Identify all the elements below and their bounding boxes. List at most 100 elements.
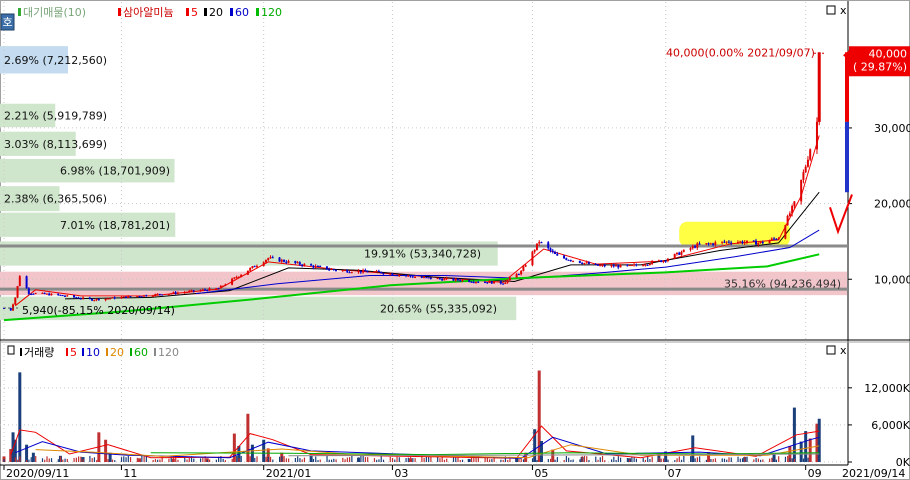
price-candle: [373, 271, 376, 273]
price-candle: [88, 297, 91, 299]
volume-bar: [739, 458, 741, 462]
price-candle: [111, 297, 114, 299]
price-candle: [41, 292, 44, 294]
volume-bar: [48, 458, 50, 462]
date-axis-label: 05: [534, 467, 548, 480]
volume-bar: [378, 459, 380, 462]
volume-bar: [556, 457, 558, 462]
price-candle: [161, 294, 164, 296]
price-candle: [328, 269, 331, 271]
volume-bar: [696, 457, 698, 462]
chart-settings-button[interactable]: 호: [0, 13, 15, 31]
volume-bar: [644, 459, 647, 462]
volume-bar: [597, 459, 599, 462]
legend-label: 10: [86, 346, 100, 359]
price-candle: [27, 288, 30, 294]
volume-bar: [44, 459, 46, 462]
volume-panel-close-button[interactable]: x: [840, 344, 847, 357]
price-candle: [97, 298, 100, 301]
legend-label: 120: [158, 346, 179, 359]
volume-bar: [93, 457, 96, 462]
volume-bar: [409, 457, 412, 462]
volume-bar: [552, 457, 554, 462]
price-candle: [520, 270, 523, 275]
volume-bar: [728, 457, 730, 462]
price-candle: [583, 262, 586, 264]
price-candle: [303, 264, 306, 266]
price-panel-maximize-button[interactable]: [826, 5, 836, 15]
volume-bar: [665, 458, 667, 462]
price-candle: [678, 252, 681, 255]
price-candle: [348, 272, 351, 274]
price-candle: [786, 215, 789, 226]
price-candle: [777, 238, 780, 240]
volume-bar: [443, 459, 446, 462]
volume-bar: [620, 457, 622, 462]
price-panel-close-button[interactable]: x: [840, 4, 847, 17]
volume-bar: [96, 460, 98, 462]
price-candle: [504, 282, 507, 284]
price-candle: [366, 271, 369, 273]
volume-bar: [177, 459, 179, 462]
price-candle: [793, 201, 796, 206]
volume-bar: [588, 460, 590, 462]
volume-bar: [188, 457, 190, 462]
volume-bar: [30, 457, 32, 462]
price-candle: [486, 282, 489, 284]
volume-bar: [373, 458, 376, 462]
price-candle: [628, 265, 631, 267]
volume-bar: [817, 418, 821, 462]
price-candle: [217, 288, 220, 290]
price-candle: [660, 260, 663, 262]
volume-bar: [10, 458, 12, 462]
stock-chart: 10,00020,00030,0000K6,000K12,000K2020/09…: [0, 0, 910, 480]
volume-bar: [507, 460, 509, 462]
volume-bar: [678, 456, 680, 462]
volume-bar: [326, 455, 328, 462]
volume-bar: [446, 458, 448, 462]
price-candle: [120, 297, 123, 299]
price-candle: [267, 258, 270, 260]
price-candle: [404, 275, 407, 277]
volume-bar: [439, 458, 441, 462]
volume-bar: [41, 458, 44, 462]
volume-bar: [267, 456, 269, 462]
volume-bar: [746, 456, 748, 462]
price-candle: [319, 266, 322, 268]
volume-bar: [428, 456, 430, 462]
price-candle: [409, 275, 412, 277]
price-candle: [420, 276, 423, 278]
volume-bar: [710, 459, 712, 462]
volume-bar: [791, 458, 793, 462]
legend-swatch: [66, 348, 68, 356]
price-candle: [136, 296, 139, 298]
volume-panel-maximize-button[interactable]: [826, 345, 836, 355]
volume-bar: [760, 459, 762, 462]
price-candle: [154, 294, 157, 296]
volume-profile-label: 2.69% (7,212,560): [4, 54, 107, 67]
price-candle: [556, 254, 559, 256]
volume-bar: [491, 459, 493, 462]
volume-bar: [522, 459, 525, 462]
price-candle: [190, 290, 193, 292]
price-candle: [79, 298, 82, 300]
price-candle: [199, 290, 202, 292]
volume-bar: [120, 457, 123, 462]
price-candle: [269, 257, 272, 259]
volume-bar: [723, 458, 726, 462]
price-candle: [129, 296, 132, 298]
price-candle: [515, 274, 518, 278]
volume-bar: [784, 456, 787, 462]
price-candle: [325, 266, 328, 270]
legend-label: 20: [209, 6, 223, 19]
volume-bar: [14, 457, 16, 462]
volume-bar: [360, 455, 362, 462]
price-candle: [522, 266, 525, 271]
volume-bar: [726, 459, 728, 462]
price-candle: [30, 293, 33, 295]
price-candle: [253, 266, 256, 268]
volume-bar: [98, 456, 100, 462]
price-candle: [757, 242, 760, 245]
price-candle: [581, 262, 584, 264]
price-candle: [642, 265, 645, 267]
